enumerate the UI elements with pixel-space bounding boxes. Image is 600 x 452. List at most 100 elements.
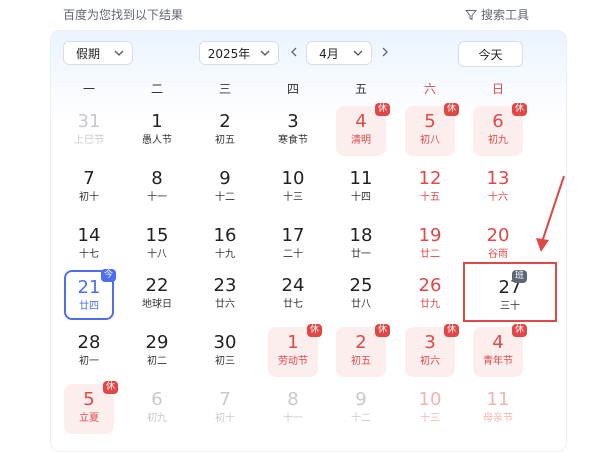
calendar-day[interactable]: 15 十八 [132, 220, 182, 270]
calendar-day[interactable]: 7 初十 [200, 384, 250, 434]
calendar-day[interactable]: 9 十二 [200, 163, 250, 213]
day-number: 6 [151, 389, 163, 410]
calendar-day[interactable]: 28 初一 [64, 327, 114, 377]
calendar-day[interactable]: 24 廿七 [268, 270, 318, 320]
calendar-day[interactable]: 1 愚人节 [132, 106, 182, 156]
day-subtitle: 初九 [488, 135, 508, 146]
calendar-day[interactable]: 17 二十 [268, 220, 318, 270]
day-number: 28 [77, 332, 101, 353]
calendar-day[interactable]: 12 十五 [405, 163, 455, 213]
calendar-day[interactable]: 2 初五休 [336, 324, 390, 377]
weekday-header-thu: 四 [286, 82, 299, 96]
day-number: 15 [145, 225, 169, 246]
day-subtitle: 十四 [351, 192, 371, 203]
calendar-day-highlighted[interactable]: 27 三十 班 [463, 262, 557, 322]
rest-badge: 休 [444, 324, 459, 337]
calendar-day[interactable]: 23 廿六 [200, 270, 250, 320]
day-subtitle: 初五 [215, 135, 235, 146]
calendar-day[interactable]: 10 十三 [268, 163, 318, 213]
day-number: 3 [287, 111, 299, 132]
day-subtitle: 廿九 [420, 299, 440, 310]
month-select[interactable]: 4月 [306, 41, 372, 65]
work-badge: 班 [512, 270, 527, 283]
calendar-day[interactable]: 8 十一 [132, 163, 182, 213]
prev-month-icon[interactable] [287, 45, 301, 59]
day-subtitle: 廿七 [283, 299, 303, 310]
chevron-down-icon [114, 50, 124, 56]
calendar-day[interactable]: 9 十二 [336, 384, 386, 434]
rest-badge: 休 [512, 103, 527, 116]
search-tools-button[interactable]: 搜索工具 [465, 6, 529, 23]
search-tools-label: 搜索工具 [481, 8, 530, 22]
day-subtitle: 十五 [420, 192, 440, 203]
calendar-day[interactable]: 16 十九 [200, 220, 250, 270]
calendar-day[interactable]: 4 青年节休 [473, 324, 527, 377]
year-select-label: 2025年 [207, 46, 251, 61]
day-subtitle: 初八 [420, 135, 440, 146]
calendar-day[interactable]: 22 地球日 [132, 270, 182, 320]
calendar-day[interactable]: 13 十六 [473, 163, 523, 213]
day-number: 13 [486, 168, 510, 189]
day-number: 16 [213, 225, 237, 246]
day-number: 29 [145, 332, 169, 353]
calendar-day-today[interactable]: 21 廿四今 [64, 269, 116, 320]
calendar-day[interactable]: 29 初二 [132, 327, 182, 377]
calendar-day[interactable]: 11 母亲节 [473, 384, 523, 434]
calendar-day[interactable]: 19 廿二 [405, 220, 455, 270]
day-subtitle: 清明 [351, 135, 371, 146]
calendar-day[interactable]: 18 廿一 [336, 220, 386, 270]
day-subtitle: 廿六 [215, 299, 235, 310]
filter-icon [465, 9, 477, 20]
calendar-day[interactable]: 3 初六休 [405, 324, 459, 377]
weekday-header-sun: 日 [491, 82, 504, 96]
day-subtitle: 初六 [420, 356, 440, 367]
day-number: 30 [213, 332, 237, 353]
day-subtitle: 十一 [147, 192, 167, 203]
calendar-day[interactable]: 10 十三 [405, 384, 455, 434]
calendar-day[interactable]: 26 廿九 [405, 270, 455, 320]
day-number: 18 [349, 225, 373, 246]
day-number: 11 [486, 389, 510, 410]
calendar-day[interactable]: 2 初五 [200, 106, 250, 156]
day-subtitle: 廿二 [420, 249, 440, 260]
day-subtitle: 母亲节 [483, 413, 513, 424]
day-number: 23 [213, 275, 237, 296]
day-subtitle: 十六 [488, 192, 508, 203]
rest-badge: 休 [375, 103, 390, 116]
calendar-day[interactable]: 6 初九 [132, 384, 182, 434]
day-number: 7 [219, 389, 231, 410]
day-number: 9 [219, 168, 231, 189]
day-subtitle: 十七 [79, 249, 99, 260]
today-button[interactable]: 今天 [458, 41, 523, 67]
day-subtitle: 廿八 [351, 299, 371, 310]
year-select[interactable]: 2025年 [199, 41, 279, 65]
day-subtitle: 十二 [215, 192, 235, 203]
holiday-select-label: 假期 [75, 46, 100, 61]
rest-badge: 休 [444, 103, 459, 116]
calendar-day[interactable]: 3 寒食节 [268, 106, 318, 156]
rest-badge: 休 [375, 324, 390, 337]
calendar-day[interactable]: 25 廿八 [336, 270, 386, 320]
calendar-day[interactable]: 30 初三 [200, 327, 250, 377]
day-subtitle: 寒食节 [278, 135, 308, 146]
calendar-day[interactable]: 6 初九休 [473, 103, 527, 156]
calendar-day[interactable]: 8 十一 [268, 384, 318, 434]
annotation-arrow-icon [536, 175, 565, 252]
calendar-day[interactable]: 5 立夏休 [64, 381, 118, 434]
calendar-day[interactable]: 1 劳动节休 [268, 324, 322, 377]
next-month-icon[interactable] [378, 45, 392, 59]
day-number: 10 [418, 389, 442, 410]
day-subtitle: 地球日 [142, 299, 172, 310]
day-number: 7 [83, 168, 95, 189]
holiday-select[interactable]: 假期 [63, 41, 133, 65]
day-number: 27 [498, 277, 522, 298]
calendar-day[interactable]: 31 上巳节 [64, 106, 114, 156]
day-number: 22 [145, 275, 169, 296]
calendar-day[interactable]: 7 初十 [64, 163, 114, 213]
calendar-day[interactable]: 5 初八休 [405, 103, 459, 156]
calendar-day[interactable]: 14 十七 [64, 220, 114, 270]
calendar-day[interactable]: 11 十四 [336, 163, 386, 213]
day-number: 26 [418, 275, 442, 296]
day-number: 20 [486, 225, 510, 246]
calendar-day[interactable]: 4 清明休 [336, 103, 390, 156]
